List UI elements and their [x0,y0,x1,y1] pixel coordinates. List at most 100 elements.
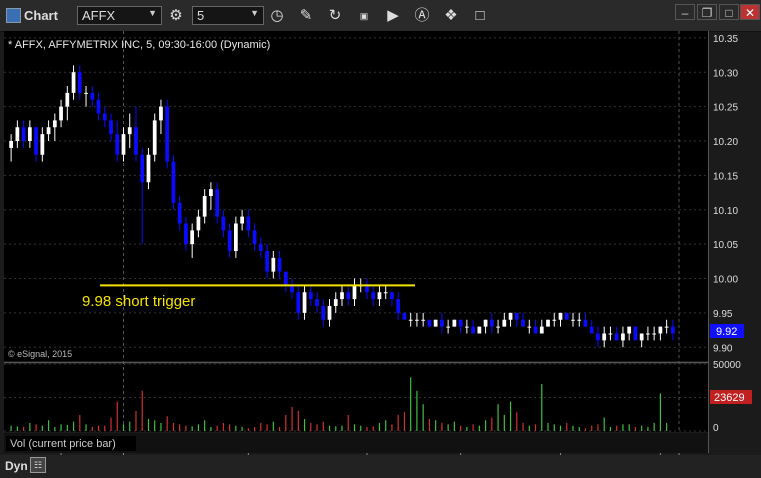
candle-body [46,127,51,135]
trigger-label: 9.98 short trigger [82,293,195,310]
candle-body [621,333,625,341]
chart-header: * AFFX, AFFYMETRIX INC, 5, 09:30-16:00 (… [8,39,270,51]
candle-body [165,106,170,162]
candle-body [233,223,238,251]
volume-label: Vol (current price bar) [10,438,116,450]
candle-body [196,216,201,231]
price-tick-label: 10.05 [713,240,738,251]
candle-body [15,127,20,141]
candle-body [471,326,475,334]
candle-body [427,319,432,327]
candle-body [415,319,419,321]
candle-body [102,113,107,121]
candle-body [608,333,613,335]
candle-body [321,306,326,320]
candle-body [265,251,269,272]
lock-icon[interactable]: ☷ [30,457,46,473]
candle-body [458,319,463,327]
candle-body [240,216,244,224]
candle-body [283,271,288,286]
candle-body [40,134,45,155]
candle-body [21,127,26,141]
candle-body [109,120,113,135]
candle-body [77,72,82,93]
candle-body [402,312,407,320]
candle-body [396,299,401,313]
price-axis: 10.35 10.30 10.25 10.20 10.15 10.10 10.05 10.00… [713,34,738,354]
candle-body [433,319,438,327]
candle-body [252,230,257,245]
candle-body [539,326,544,334]
candle-body [614,333,619,341]
price-pane[interactable] [4,31,708,361]
candle-body [302,292,307,313]
candle-body [521,319,525,327]
candle-body [333,299,338,306]
candle-body [483,319,488,327]
candle-body [646,333,650,335]
candle-body [308,292,313,300]
candle-body [271,257,276,272]
candle-body [277,257,282,272]
price-tick-label: 10.15 [713,171,738,182]
candle-body [365,285,369,293]
candle-body [346,292,351,300]
candle-body [496,326,500,328]
price-tick-label: 10.35 [713,34,738,45]
candle-body [84,92,88,94]
candle-body [258,244,263,251]
candle-body [546,319,550,327]
candle-body [502,319,507,327]
candle-body [664,326,669,328]
candle-body [527,326,532,328]
candle-body [489,319,494,327]
candle-body [65,92,70,107]
candle-body [202,196,207,217]
candle-body [371,292,376,300]
candle-body [121,134,126,155]
candle-body [190,230,195,245]
candle-body [652,333,657,335]
price-tick-label: 9.90 [713,343,733,354]
candle-body [408,319,413,321]
chart-canvas[interactable]: 10.35 10.30 10.25 10.20 10.15 10.10 10.05 10.00… [0,0,761,478]
candle-body [464,326,469,328]
candle-body [577,319,582,321]
candle-body [59,106,63,121]
candle-body [583,319,588,327]
candle-body [134,127,138,155]
candle-body [390,292,394,300]
candle-body [571,319,575,321]
candle-body [596,333,600,341]
candle-body [146,154,151,183]
candle-body [340,292,344,300]
candle-body [90,92,95,100]
candle-body [9,141,13,148]
price-tick-label: 10.25 [713,103,738,114]
candle-body [127,127,132,135]
candle-body [564,312,569,320]
candle-body [221,216,226,231]
candle-body [246,216,251,231]
candle-body [633,326,638,341]
candle-body [215,189,220,217]
candle-body [159,106,163,121]
candle-body [377,292,382,300]
candle-body [327,306,332,320]
candle-body [34,127,38,155]
candle-body [558,312,563,320]
price-tick-label: 10.00 [713,275,738,286]
candle-body [171,161,176,203]
candle-body [452,319,457,327]
candle-body [627,326,632,334]
candle-body [589,326,594,334]
candle-body [508,312,513,320]
last-price-value: 9.92 [716,326,737,338]
candle-body [658,326,663,334]
status-bar [0,455,761,478]
price-tick-label: 9.95 [713,309,733,320]
candle-body [602,333,607,341]
candle-body [421,319,426,321]
volume-tick-label: 50000 [713,360,741,371]
candle-body [71,72,76,93]
